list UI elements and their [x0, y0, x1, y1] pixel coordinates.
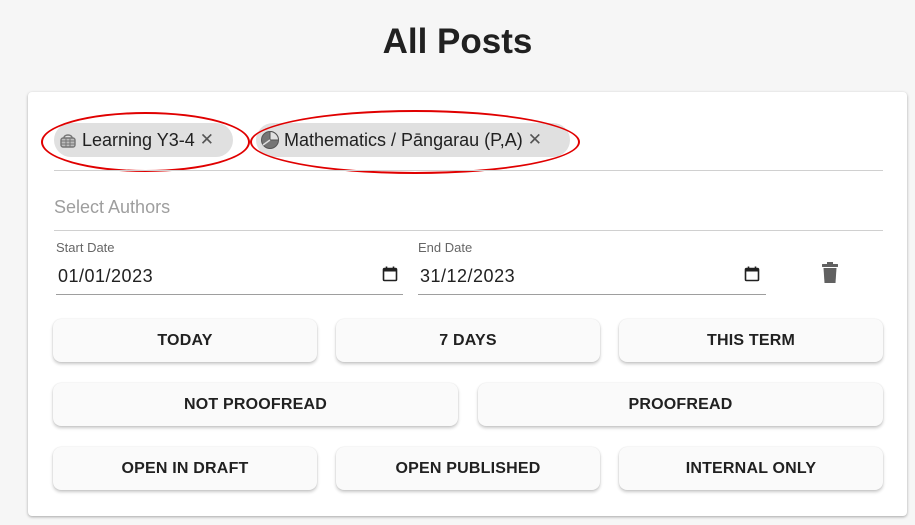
calendar-icon[interactable]	[744, 266, 760, 282]
filter-card: Learning Y3-4 ✕ Mathematics / Pāngarau (…	[28, 92, 907, 516]
basket-icon	[58, 130, 78, 150]
start-date-field[interactable]: Start Date 01/01/2023	[56, 240, 403, 295]
proofread-button[interactable]: PROOFREAD	[478, 383, 883, 426]
field-underline	[56, 294, 403, 295]
open-published-button[interactable]: OPEN PUBLISHED	[336, 447, 600, 490]
divider	[54, 230, 883, 231]
today-button[interactable]: TODAY	[53, 319, 317, 362]
end-date-value[interactable]: 31/12/2023	[420, 266, 515, 287]
this-term-button[interactable]: THIS TERM	[619, 319, 883, 362]
start-date-value[interactable]: 01/01/2023	[58, 266, 153, 287]
open-in-draft-button[interactable]: OPEN IN DRAFT	[53, 447, 317, 490]
calendar-icon[interactable]	[382, 266, 398, 282]
pie-chart-icon	[260, 130, 280, 150]
start-date-label: Start Date	[56, 240, 115, 255]
seven-days-button[interactable]: 7 DAYS	[336, 319, 600, 362]
page-title: All Posts	[382, 22, 533, 61]
trash-icon[interactable]	[820, 262, 840, 284]
field-underline	[418, 294, 766, 295]
not-proofread-button[interactable]: NOT PROOFREAD	[53, 383, 458, 426]
close-icon[interactable]: ✕	[528, 130, 542, 150]
chip-label: Mathematics / Pāngarau (P,A)	[284, 129, 523, 150]
internal-only-button[interactable]: INTERNAL ONLY	[619, 447, 883, 490]
class-filter-chip[interactable]: Learning Y3-4 ✕	[54, 123, 233, 157]
subject-filter-chip[interactable]: Mathematics / Pāngarau (P,A) ✕	[256, 123, 570, 157]
chip-label: Learning Y3-4	[82, 129, 195, 150]
divider	[54, 170, 883, 171]
close-icon[interactable]: ✕	[200, 130, 214, 150]
authors-select-input[interactable]	[54, 192, 883, 222]
end-date-field[interactable]: End Date 31/12/2023	[418, 240, 766, 295]
end-date-label: End Date	[418, 240, 473, 255]
